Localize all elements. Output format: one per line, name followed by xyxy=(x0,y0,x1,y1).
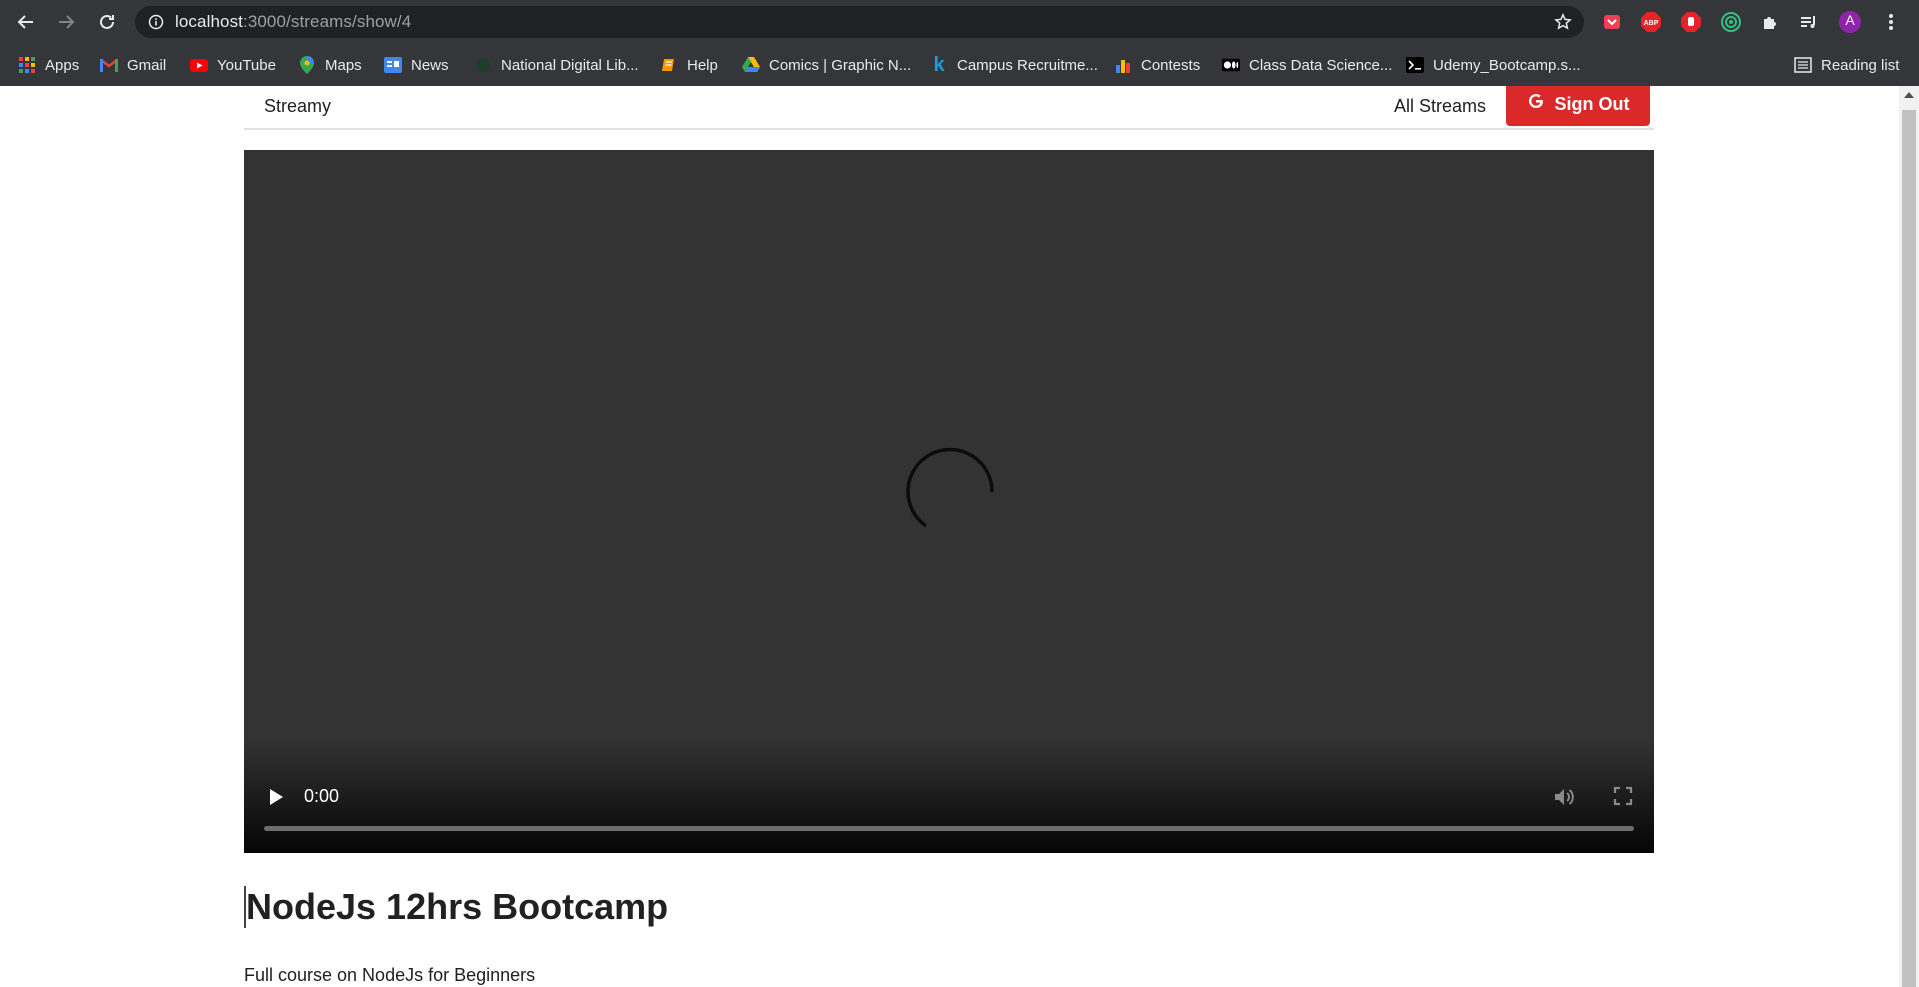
adblock-plus-icon[interactable]: ABP xyxy=(1639,10,1663,34)
youtube-icon xyxy=(190,56,208,74)
extensions-puzzle-icon[interactable] xyxy=(1759,10,1783,34)
bookmark-campus-recruitment[interactable]: k Campus Recruitme... xyxy=(930,53,1098,77)
stream-description: Full course on NodeJs for Beginners xyxy=(244,965,536,985)
bookmark-udemy-bootcamp[interactable]: Udemy_Bootcamp.s... xyxy=(1406,53,1581,77)
bookmark-label: Apps xyxy=(45,56,80,74)
brand-link[interactable]: Streamy xyxy=(264,96,331,117)
bookmark-label: Gmail xyxy=(127,56,167,74)
bookmark-label: News xyxy=(411,56,449,74)
media-queue-icon[interactable] xyxy=(1797,10,1821,34)
bookmark-label: Maps xyxy=(325,56,362,74)
google-icon xyxy=(1527,92,1545,116)
bookmark-label: Class Data Science... xyxy=(1249,56,1393,74)
bookmark-class-data-science[interactable]: Class Data Science... xyxy=(1222,53,1392,77)
bookmark-apps[interactable]: Apps xyxy=(18,53,79,77)
bookmark-contests[interactable]: Contests xyxy=(1114,53,1200,77)
gmail-icon xyxy=(100,56,118,74)
time-display: 0:00 xyxy=(304,786,340,806)
scroll-up-arrow-icon[interactable] xyxy=(1904,92,1914,98)
page-content: Streamy All Streams Sign Out 0:00 NodeJs… xyxy=(0,86,1899,987)
bookmark-national-digital-library[interactable]: National Digital Lib... xyxy=(474,53,639,77)
video-controls: 0:00 xyxy=(244,773,1654,853)
bookmark-label: Help xyxy=(687,56,718,74)
reload-icon[interactable] xyxy=(93,8,121,36)
terminal-icon xyxy=(1406,56,1424,74)
sign-out-button[interactable]: Sign Out xyxy=(1506,86,1650,126)
all-streams-link[interactable]: All Streams xyxy=(1394,96,1486,117)
bookmarks-bar: Apps Gmail YouTube Maps News National Di… xyxy=(0,44,1919,86)
scrollbar-thumb[interactable] xyxy=(1902,110,1916,987)
bookmark-label: Comics | Graphic N... xyxy=(769,56,912,74)
bookmark-comics[interactable]: Comics | Graphic N... xyxy=(742,53,911,77)
target-extension-icon[interactable] xyxy=(1719,10,1743,34)
bookmark-label: YouTube xyxy=(217,56,276,74)
top-menu: Streamy All Streams Sign Out xyxy=(244,86,1654,130)
reading-list-label: Reading list xyxy=(1821,56,1900,74)
news-icon xyxy=(384,56,402,74)
bookmark-help[interactable]: Help xyxy=(660,53,718,77)
bookmark-label: National Digital Lib... xyxy=(501,56,639,74)
k-icon: k xyxy=(933,53,945,76)
url-path: :3000/streams/show/4 xyxy=(243,12,412,31)
bookmark-news[interactable]: News xyxy=(384,53,449,77)
profile-initial: A xyxy=(1845,12,1855,28)
browser-chrome: localhost:3000/streams/show/4 ABP A Apps… xyxy=(0,0,1919,86)
bookmark-star-icon[interactable] xyxy=(1554,13,1572,31)
apps-grid-icon xyxy=(18,56,36,74)
bookmark-gmail[interactable]: Gmail xyxy=(100,53,166,77)
forward-arrow-icon[interactable] xyxy=(52,8,80,36)
fullscreen-icon[interactable] xyxy=(1612,785,1634,807)
video-player[interactable]: 0:00 xyxy=(244,150,1654,853)
url-host: localhost xyxy=(175,12,243,31)
library-icon xyxy=(474,56,492,74)
bookmark-maps[interactable]: Maps xyxy=(298,53,362,77)
bookmark-youtube[interactable]: YouTube xyxy=(190,53,276,77)
site-info-icon[interactable] xyxy=(148,14,164,30)
page-scrollbar[interactable] xyxy=(1899,86,1919,987)
drive-icon xyxy=(742,56,760,74)
maps-icon xyxy=(298,56,316,74)
bar-chart-icon xyxy=(1114,56,1132,74)
loading-spinner-icon xyxy=(906,447,994,528)
stream-title: NodeJs 12hrs Bootcamp xyxy=(244,886,669,928)
address-bar[interactable]: localhost:3000/streams/show/4 xyxy=(135,6,1584,38)
reading-list-icon xyxy=(1794,56,1812,74)
svg-text:ABP: ABP xyxy=(1644,20,1659,27)
back-arrow-icon[interactable] xyxy=(12,8,40,36)
address-bar-url[interactable]: localhost:3000/streams/show/4 xyxy=(175,12,411,32)
reading-list-button[interactable]: Reading list xyxy=(1794,53,1899,77)
play-icon[interactable] xyxy=(266,786,286,808)
pocket-extension-icon[interactable] xyxy=(1600,10,1624,34)
bookmark-label: Udemy_Bootcamp.s... xyxy=(1433,56,1581,74)
bookmark-label: Campus Recruitme... xyxy=(957,56,1098,74)
video-progress-bar[interactable] xyxy=(264,826,1634,831)
adblock-hand-icon[interactable] xyxy=(1679,10,1703,34)
browser-toolbar: localhost:3000/streams/show/4 ABP A xyxy=(0,0,1919,44)
medium-icon xyxy=(1222,56,1240,74)
help-book-icon xyxy=(660,56,678,74)
volume-icon[interactable] xyxy=(1552,785,1576,809)
sign-out-label: Sign Out xyxy=(1554,93,1630,114)
bookmark-label: Contests xyxy=(1141,56,1201,74)
profile-avatar[interactable]: A xyxy=(1838,10,1862,34)
kebab-menu-icon[interactable] xyxy=(1879,10,1903,34)
